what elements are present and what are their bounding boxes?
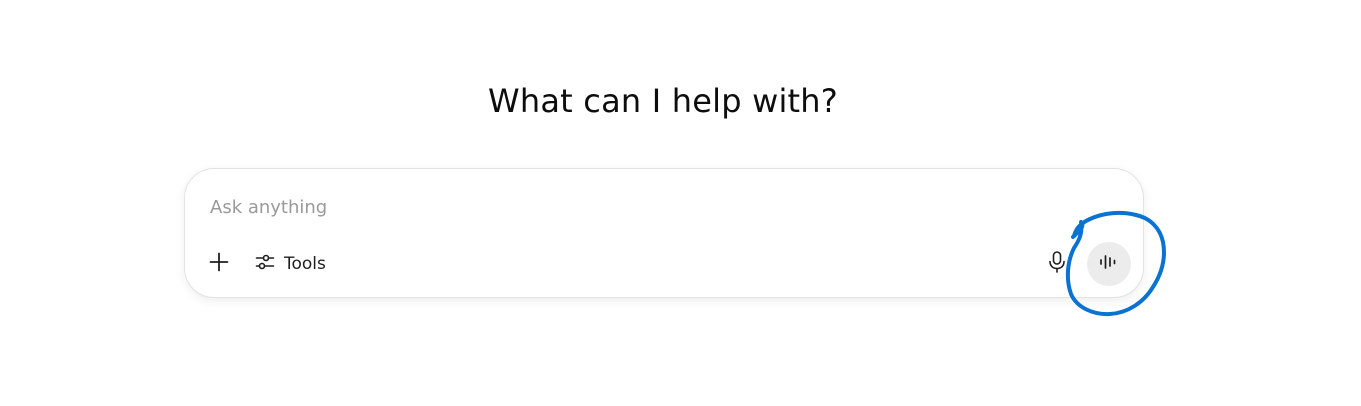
dictate-button[interactable]: [1041, 248, 1073, 280]
tools-label: Tools: [284, 254, 326, 274]
voice-mode-button[interactable]: [1087, 242, 1131, 286]
page-title: What can I help with?: [488, 82, 838, 120]
prompt-composer: Tools: [184, 168, 1144, 298]
plus-icon: [209, 252, 229, 276]
add-attachment-button[interactable]: [203, 248, 235, 280]
page: What can I help with? Tools: [0, 0, 1361, 406]
microphone-icon: [1048, 251, 1066, 277]
sliders-icon: [255, 252, 275, 276]
tools-button[interactable]: Tools: [249, 248, 332, 280]
waveform-icon: [1099, 253, 1119, 275]
prompt-input[interactable]: [210, 193, 1010, 221]
